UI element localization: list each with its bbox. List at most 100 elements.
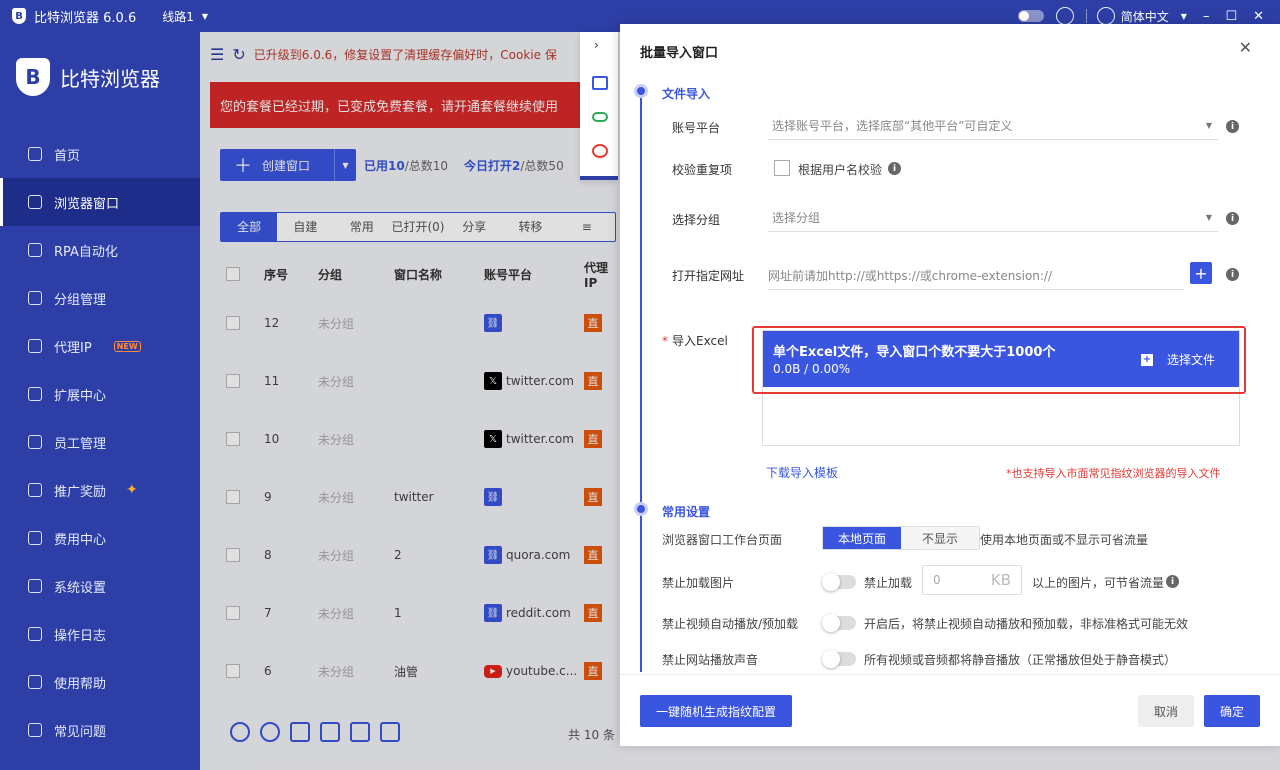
- sidebar-item-faq[interactable]: 常见问题: [0, 706, 200, 754]
- chevron-down-icon: ▼: [1205, 121, 1212, 130]
- maximize-icon[interactable]: ☐: [1225, 9, 1237, 24]
- batch-import-dialog: 批量导入窗口 ✕ 文件导入 账号平台 选择账号平台，选择底部“其他平台”可自定义…: [620, 24, 1280, 746]
- brand: B 比特浏览器: [16, 58, 160, 96]
- gift-icon: [28, 483, 42, 497]
- group-select[interactable]: 选择分组 ▼: [768, 204, 1218, 232]
- workbench-label: 浏览器窗口工作台页面: [662, 533, 783, 547]
- gear-icon: [28, 579, 42, 593]
- chevron-down-icon[interactable]: ▼: [202, 12, 208, 21]
- info-icon[interactable]: i: [1226, 268, 1239, 281]
- theme-toggle[interactable]: [1017, 10, 1044, 22]
- download-template-link[interactable]: 下载导入模板: [766, 464, 838, 481]
- home-icon: [28, 147, 42, 161]
- fingerprint-icon[interactable]: [592, 144, 608, 158]
- message-icon[interactable]: [592, 76, 608, 90]
- brand-name: 比特浏览器: [60, 66, 160, 91]
- video-switch[interactable]: [822, 614, 856, 632]
- dedupe-option: 根据用户名校验: [798, 163, 883, 177]
- app-logo-icon: B: [12, 8, 26, 24]
- box-icon: [28, 387, 42, 401]
- sidebar-item-label: 系统设置: [54, 580, 107, 596]
- sidebar-item-proxy[interactable]: 代理IP NEW: [0, 322, 200, 370]
- floating-toolbar: ›: [580, 32, 618, 180]
- video-hint: 开启后，将禁止视频自动播放和预加载，非标准格式可能无效: [864, 617, 1189, 631]
- dedupe-checkbox[interactable]: [774, 160, 790, 176]
- sidebar-item-label: RPA自动化: [54, 244, 118, 260]
- add-url-button[interactable]: +: [1190, 262, 1212, 284]
- sidebar-nav: 首页 浏览器窗口 RPA自动化 分组管理 代理IP NEW 扩展中心 员工管理 推…: [0, 130, 200, 754]
- grid-icon: [28, 195, 42, 209]
- workbench-local-option[interactable]: 本地页面: [823, 527, 901, 549]
- support-tip: *也支持导入市面常见指纹浏览器的导入文件: [1006, 467, 1221, 480]
- sidebar-item-label: 代理IP: [54, 340, 92, 356]
- workbench-hint: 使用本地页面或不显示可省流量: [980, 533, 1149, 547]
- sidebar-item-groups[interactable]: 分组管理: [0, 274, 200, 322]
- sidebar-item-rpa[interactable]: RPA自动化: [0, 226, 200, 274]
- sidebar-item-label: 扩展中心: [54, 388, 107, 404]
- group-placeholder: 选择分组: [772, 211, 821, 225]
- info-icon[interactable]: i: [1166, 575, 1179, 588]
- robot-icon: [28, 243, 42, 257]
- sidebar-item-label: 推广奖励: [54, 484, 107, 500]
- line-selector[interactable]: 线路1: [162, 8, 194, 25]
- divider: [1085, 9, 1087, 23]
- section-file-import: 文件导入: [662, 87, 711, 101]
- sidebar-item-label: 使用帮助: [54, 676, 107, 692]
- info-icon[interactable]: i: [1226, 120, 1239, 133]
- confirm-button[interactable]: 确定: [1204, 695, 1260, 727]
- url-label: 打开指定网址: [672, 269, 745, 283]
- image-size-unit: KB: [990, 571, 1011, 589]
- random-fingerprint-button[interactable]: 一键随机生成指纹配置: [640, 695, 792, 727]
- section-common-settings: 常用设置: [662, 505, 711, 519]
- dialog-title: 批量导入窗口: [640, 46, 719, 61]
- url-input[interactable]: 网址前请加http://或https://或chrome-extension:/…: [768, 262, 1184, 290]
- support-icon[interactable]: [1055, 7, 1074, 25]
- cancel-button[interactable]: 取消: [1138, 695, 1194, 727]
- sidebar-item-label: 操作日志: [54, 628, 107, 644]
- close-icon[interactable]: ✕: [1253, 9, 1264, 24]
- sidebar-item-browser-windows[interactable]: 浏览器窗口: [0, 178, 200, 226]
- image-label: 禁止加载图片: [662, 576, 735, 590]
- sidebar-item-label: 费用中心: [54, 532, 107, 548]
- required-mark: *: [662, 334, 668, 348]
- image-size-input[interactable]: 0 KB: [922, 565, 1022, 595]
- sound-switch[interactable]: [822, 650, 856, 668]
- sidebar-item-billing[interactable]: 费用中心: [0, 514, 200, 562]
- shield-yen-icon: [28, 531, 42, 545]
- sidebar-item-label: 常见问题: [54, 724, 107, 740]
- sidebar: B 比特浏览器 首页 浏览器窗口 RPA自动化 分组管理 代理IP NEW 扩展中…: [0, 32, 200, 770]
- sidebar-item-extensions[interactable]: 扩展中心: [0, 370, 200, 418]
- platform-label: 账号平台: [672, 121, 721, 135]
- new-badge: NEW: [113, 340, 141, 352]
- platform-select[interactable]: 选择账号平台，选择底部“其他平台”可自定义 ▼: [768, 112, 1218, 140]
- chevron-down-icon[interactable]: ▼: [1181, 12, 1187, 21]
- toggle-icon[interactable]: [592, 112, 608, 122]
- image-switch-text: 禁止加载: [864, 576, 913, 590]
- sidebar-item-label: 分组管理: [54, 292, 107, 308]
- sparkle-icon: ✦: [126, 482, 138, 498]
- workbench-hide-option[interactable]: 不显示: [901, 527, 979, 549]
- globe-icon: [1096, 7, 1115, 25]
- close-icon[interactable]: ✕: [1239, 38, 1252, 57]
- location-icon: [28, 339, 42, 353]
- excel-label: * 导入Excel: [662, 332, 728, 349]
- chevron-down-icon: ▼: [1205, 213, 1212, 222]
- sidebar-item-settings[interactable]: 系统设置: [0, 562, 200, 610]
- language-selector[interactable]: 简体中文: [1121, 8, 1169, 25]
- step-dot: [634, 502, 648, 516]
- sidebar-item-logs[interactable]: 操作日志: [0, 610, 200, 658]
- image-hint: 以上的图片，可节省流量: [1032, 576, 1165, 590]
- dialog-footer: 一键随机生成指纹配置 取消 确定: [620, 674, 1280, 746]
- info-icon[interactable]: i: [888, 162, 901, 175]
- image-switch[interactable]: [822, 573, 856, 591]
- minimize-icon[interactable]: –: [1203, 9, 1210, 24]
- sidebar-item-referral[interactable]: 推广奖励 ✦: [0, 466, 200, 514]
- info-icon[interactable]: i: [1226, 212, 1239, 225]
- sidebar-item-help[interactable]: 使用帮助: [0, 658, 200, 706]
- workbench-segment: 本地页面 不显示: [822, 526, 980, 550]
- chevron-right-icon[interactable]: ›: [594, 38, 599, 52]
- step-line: [640, 92, 642, 672]
- group-label: 选择分组: [672, 213, 721, 227]
- sidebar-item-staff[interactable]: 员工管理: [0, 418, 200, 466]
- sidebar-item-home[interactable]: 首页: [0, 130, 200, 178]
